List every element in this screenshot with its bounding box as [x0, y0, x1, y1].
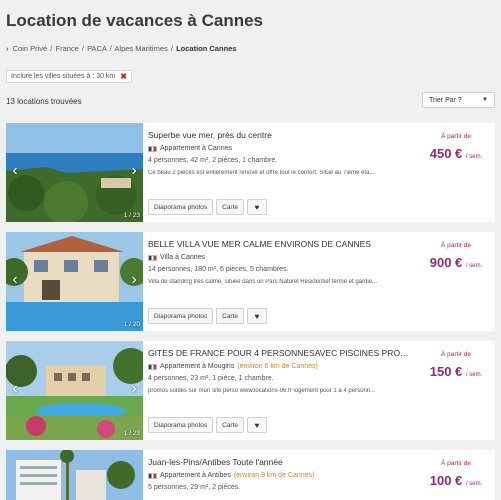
price-prefix: À partir de [441, 133, 471, 140]
price-box: À partir de 450 € / sem. [417, 123, 495, 222]
heart-icon[interactable]: ♥ [247, 199, 268, 215]
listing-card[interactable]: ‹ › 1 / 23 GITES DE FRANCE POUR 4 PERSON… [6, 341, 495, 440]
slideshow-button[interactable]: Diaporama photos [148, 417, 214, 433]
price-unit: / sem. [465, 154, 483, 160]
listing-type-label: Appartement à Cannes [160, 145, 232, 152]
listing-type: Villa à Cannes [148, 254, 205, 261]
chevron-left-icon[interactable]: ‹ [8, 270, 22, 290]
heart-icon[interactable]: ♥ [247, 308, 268, 324]
chevron-right-icon[interactable]: › [127, 161, 141, 181]
listing-card[interactable]: Juan-les-Pins/Antibes Toute l'année Appa… [6, 450, 495, 500]
listing-distance: (environ 6 km de Cannes) [237, 363, 318, 370]
breadcrumb-separator: / [170, 44, 173, 53]
chevron-right-icon: › [6, 44, 9, 53]
listing-card[interactable]: ‹ › 1 / 23 Superbe vue mer, près du cent… [6, 123, 495, 222]
listing-title[interactable]: GITES DE FRANCE POUR 4 PERSONNESAVEC PIS… [148, 348, 414, 358]
chevron-right-icon[interactable]: › [127, 270, 141, 290]
price-box: À partir de 150 € / sem. [417, 341, 495, 440]
map-button[interactable]: Carte [216, 417, 245, 433]
photo-counter: 1 / 23 [123, 430, 140, 437]
france-flag-icon [148, 472, 157, 479]
price: 450 € / sem. [417, 146, 495, 161]
breadcrumb-current: Location Cannes [176, 44, 237, 53]
breadcrumb-separator: / [50, 44, 53, 53]
price: 150 € / sem. [417, 364, 495, 379]
breadcrumb-item[interactable]: Coin Privé [13, 44, 48, 53]
france-flag-icon [148, 254, 157, 261]
listing-specs: 14 personnes, 180 m², 6 pièces, 5 chambr… [148, 266, 289, 273]
filter-label: Inclure les villes situées à : 30 km [11, 73, 116, 80]
listing-description: Villa de standing très calme, située dan… [148, 279, 378, 285]
breadcrumb-item[interactable]: France [55, 44, 78, 53]
france-flag-icon [148, 145, 157, 152]
caret-down-icon: ▼ [482, 97, 488, 103]
results-count: 13 locations trouvées [6, 97, 82, 106]
listing-specs: 5 personnes, 29 m², 2 pièces. [148, 484, 241, 491]
breadcrumb-item[interactable]: Alpes Maritimes [114, 44, 167, 53]
price-value: 150 € [429, 364, 463, 379]
breadcrumb-item[interactable]: PACA [87, 44, 106, 53]
listing-photo[interactable]: ‹ › 1 / 20 [6, 232, 143, 331]
listing-title[interactable]: Juan-les-Pins/Antibes Toute l'année [148, 457, 414, 467]
price: 900 € / sem. [417, 255, 495, 270]
heart-icon[interactable]: ♥ [247, 417, 268, 433]
breadcrumb-separator: / [81, 44, 85, 53]
price-box: À partir de 900 € / sem. [417, 232, 495, 331]
price-prefix: À partir de [441, 460, 471, 467]
listing-specs: 4 personnes, 42 m², 2 pièces, 1 chambre. [148, 157, 278, 164]
price-prefix: À partir de [441, 242, 471, 249]
price-unit: / sem. [465, 372, 483, 378]
listing-description: Ce beau 2 pièces est entièrement rénové … [148, 170, 375, 176]
listing-type: Appartement à Mougins (environ 6 km de C… [148, 363, 318, 370]
france-flag-icon [148, 363, 157, 370]
price-unit: / sem. [465, 263, 483, 269]
breadcrumb: › Coin Privé / France / PACA / Alpes Mar… [6, 44, 237, 53]
chevron-left-icon[interactable]: ‹ [8, 161, 22, 181]
photo-counter: 1 / 20 [123, 321, 140, 328]
chevron-right-icon[interactable]: › [127, 379, 141, 399]
listing-type: Appartement à Antibes (environ 9 km de C… [148, 472, 314, 479]
listing-photo[interactable]: ‹ › 1 / 23 [6, 341, 143, 440]
breadcrumb-separator: / [109, 44, 112, 53]
price-value: 450 € [429, 146, 463, 161]
sort-label: Trier Par ? [429, 96, 462, 104]
listing-specs: 4 personnes, 23 m², 1 pièce, 1 chambre. [148, 375, 274, 382]
listing-type-label: Appartement à Mougins [160, 363, 235, 370]
price-value: 100 € [429, 473, 463, 488]
sort-select[interactable]: Trier Par ? ▼ [422, 92, 495, 108]
chevron-left-icon[interactable]: ‹ [8, 379, 22, 399]
photo-counter: 1 / 23 [123, 212, 140, 219]
listing-photo[interactable] [6, 450, 143, 500]
distance-filter-chip: Inclure les villes situées à : 30 km ✖ [6, 70, 132, 83]
listing-type: Appartement à Cannes [148, 145, 232, 152]
price: 100 € / sem. [417, 473, 495, 488]
listing-type-label: Appartement à Antibes [160, 472, 231, 479]
price-value: 900 € [429, 255, 463, 270]
listing-card[interactable]: ‹ › 1 / 20 BELLE VILLA VUE MER CALME ENV… [6, 232, 495, 331]
close-icon[interactable]: ✖ [120, 72, 127, 81]
price-prefix: À partir de [441, 351, 471, 358]
listing-photo[interactable]: ‹ › 1 / 23 [6, 123, 143, 222]
price-box: À partir de 100 € / sem. [417, 450, 495, 500]
map-button[interactable]: Carte [216, 199, 245, 215]
listing-distance: (environ 9 km de Cannes) [233, 472, 315, 479]
listing-description: promos soldes sur mon site perso www.loc… [148, 388, 376, 394]
slideshow-button[interactable]: Diaporama photos [148, 308, 214, 324]
price-unit: / sem. [465, 481, 483, 487]
listing-type-label: Villa à Cannes [160, 254, 206, 261]
listing-title[interactable]: Superbe vue mer, près du centre [148, 130, 414, 140]
listing-title[interactable]: BELLE VILLA VUE MER CALME ENVIRONS DE CA… [148, 239, 414, 249]
page-title: Location de vacances à Cannes [6, 11, 263, 30]
map-button[interactable]: Carte [216, 308, 245, 324]
slideshow-button[interactable]: Diaporama photos [148, 199, 214, 215]
